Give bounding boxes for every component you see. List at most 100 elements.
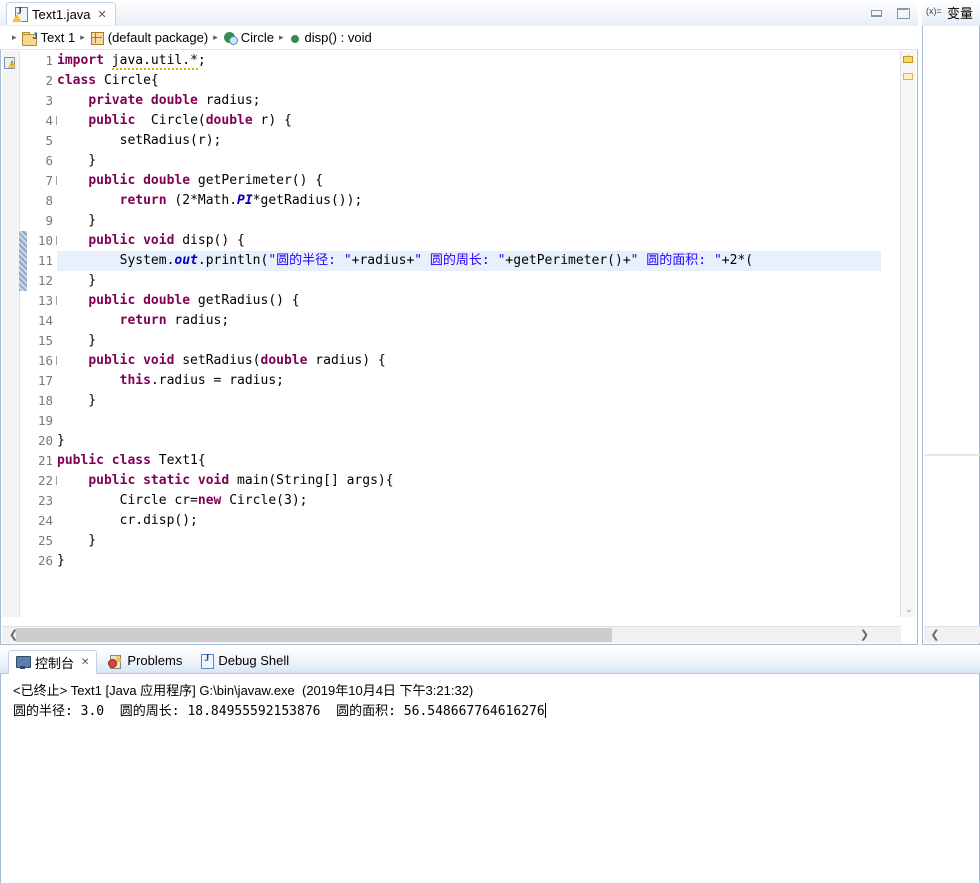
breadcrumb-item-project[interactable]: J Text 1 xyxy=(21,30,75,46)
java-project-icon: J xyxy=(21,31,38,46)
code-line-3[interactable]: private double radius; xyxy=(57,91,881,111)
horizontal-scroll-thumb[interactable] xyxy=(16,628,612,642)
code-token: } xyxy=(57,153,97,168)
java-file-warning-icon: J xyxy=(12,6,28,22)
line-number-11: 11 xyxy=(37,253,53,268)
code-line-21[interactable]: public class Text1{ xyxy=(57,451,881,471)
breadcrumb-label-class: Circle xyxy=(240,30,274,45)
code-token: new xyxy=(197,493,222,508)
line-number-23: 23 xyxy=(37,493,53,508)
editor-tab-text1-java[interactable]: J Text1.java ✕ xyxy=(6,2,116,25)
console-tab-label: Debug Shell xyxy=(218,653,290,668)
maximize-icon[interactable] xyxy=(897,7,910,19)
breadcrumb-item-class[interactable]: Circle xyxy=(223,30,274,45)
code-line-26[interactable]: } xyxy=(57,551,881,571)
line-number-5: 5 xyxy=(45,133,53,148)
line-number-21: 21 xyxy=(37,453,53,468)
code-line-10[interactable]: public void disp() { xyxy=(57,231,881,251)
code-line-16[interactable]: public void setRadius(double radius) { xyxy=(57,351,881,371)
code-line-22[interactable]: public static void main(String[] args){ xyxy=(57,471,881,491)
code-line-8[interactable]: return (2*Math.PI*getRadius()); xyxy=(57,191,881,211)
tab-variables[interactable]: (x)= 变量 xyxy=(926,3,973,22)
code-token: Circle( xyxy=(135,113,206,128)
annotation-ruler[interactable] xyxy=(2,51,20,617)
scroll-right-icon[interactable]: ❯ xyxy=(856,627,873,643)
code-line-4[interactable]: public Circle(double r) { xyxy=(57,111,881,131)
code-token: Text1{ xyxy=(150,453,206,468)
overview-task-marker[interactable] xyxy=(903,73,913,80)
line-number-24: 24 xyxy=(37,513,53,528)
breadcrumb-item-package[interactable]: (default package) xyxy=(90,30,208,45)
code-line-24[interactable]: cr.disp(); xyxy=(57,511,881,531)
code-line-1[interactable]: import java.util.*; xyxy=(57,51,881,71)
breadcrumb-separator-0: ▸ xyxy=(12,32,17,42)
code-line-11[interactable]: System.out.println("圆的半径: "+radius+" 圆的周… xyxy=(57,251,881,271)
close-icon[interactable]: ✕ xyxy=(98,8,107,21)
line-number-6: 6 xyxy=(45,153,53,168)
variables-horizontal-scrollbar[interactable]: ❮ xyxy=(924,626,980,643)
warning-marker-icon[interactable] xyxy=(4,56,18,70)
console-tab-problems[interactable]: Problems xyxy=(101,649,189,673)
close-icon[interactable]: ✕ xyxy=(81,657,89,668)
code-line-23[interactable]: Circle cr=new Circle(3); xyxy=(57,491,881,511)
code-token: public class xyxy=(57,453,151,468)
code-token: main(String[] args){ xyxy=(229,473,394,488)
code-token: public double xyxy=(88,293,191,308)
line-number-9: 9 xyxy=(45,213,53,228)
code-line-20[interactable]: } xyxy=(57,431,881,451)
code-line-18[interactable]: } xyxy=(57,391,881,411)
line-number-7: 7 xyxy=(27,171,65,191)
code-line-15[interactable]: } xyxy=(57,331,881,351)
line-number-10: 10 xyxy=(27,231,65,251)
console-tab-console[interactable]: 控制台 ✕ xyxy=(8,649,98,674)
console-tab-debug-shell[interactable]: J Debug Shell xyxy=(193,649,296,673)
code-line-12[interactable]: } xyxy=(57,271,881,291)
line-number-ruler[interactable]: 1 2 3 4 5 6 7 8 9 10 11 12 13 14 15 16 17 18 19 20 21 22 23 24 2… xyxy=(27,51,65,617)
code-token: } xyxy=(57,333,97,348)
editor-horizontal-scrollbar[interactable]: ❮ ❯ xyxy=(2,626,901,643)
class-icon xyxy=(223,31,238,45)
code-line-17[interactable]: this.radius = radius; xyxy=(57,371,881,391)
variables-tab-strip: (x)= 变量 xyxy=(922,0,980,27)
line-number-15: 15 xyxy=(37,333,53,348)
code-line-7[interactable]: public double getPerimeter() { xyxy=(57,171,881,191)
code-token: *getRadius()); xyxy=(252,193,363,208)
variables-icon: (x)= xyxy=(926,6,944,19)
tab-variables-label: 变量 xyxy=(947,6,974,21)
line-number-14: 14 xyxy=(37,313,53,328)
code-line-9[interactable]: } xyxy=(57,211,881,231)
code-token: ; xyxy=(197,53,206,68)
problems-icon xyxy=(108,654,123,669)
code-token: " 圆的面积: " xyxy=(630,253,722,268)
code-line-6[interactable]: } xyxy=(57,151,881,171)
code-token: getRadius() { xyxy=(190,293,300,308)
code-line-25[interactable]: } xyxy=(57,531,881,551)
breadcrumb-label-package: (default package) xyxy=(107,30,209,45)
debug-shell-icon: J xyxy=(200,653,215,669)
code-line-2[interactable]: class Circle{ xyxy=(57,71,881,91)
code-token: radius; xyxy=(197,93,261,108)
minimize-icon[interactable] xyxy=(870,7,883,19)
overview-ruler[interactable] xyxy=(900,51,916,617)
console-part: 控制台 ✕ Problems J Debug Shell <已终止> Text1 [Ja… xyxy=(0,648,980,883)
code-token: this xyxy=(119,373,151,388)
line-number-1: 1 xyxy=(45,53,53,68)
breadcrumb-item-method[interactable]: disp() : void xyxy=(289,30,372,45)
code-line-13[interactable]: public double getRadius() { xyxy=(57,291,881,311)
code-token: System. xyxy=(57,253,175,268)
code-text-area[interactable]: import java.util.*; class Circle{ private… xyxy=(57,51,881,617)
code-token: +getPerimeter()+ xyxy=(505,253,631,268)
editor-tab-strip: J Text1.java ✕ xyxy=(0,0,918,27)
variables-scroll-left-icon[interactable]: ❮ xyxy=(927,627,943,643)
console-body[interactable]: <已终止> Text1 [Java 应用程序] G:\bin\javaw.exe… xyxy=(0,674,980,883)
code-line-14[interactable]: return radius; xyxy=(57,311,881,331)
code-line-19[interactable] xyxy=(57,411,881,431)
console-status-line: <已终止> Text1 [Java 应用程序] G:\bin\javaw.exe… xyxy=(13,683,474,698)
overview-warning-marker[interactable] xyxy=(903,56,913,63)
variables-view-body[interactable]: ❮ xyxy=(922,26,980,645)
code-token: .println( xyxy=(197,253,269,268)
code-line-5[interactable]: setRadius(r); xyxy=(57,131,881,151)
